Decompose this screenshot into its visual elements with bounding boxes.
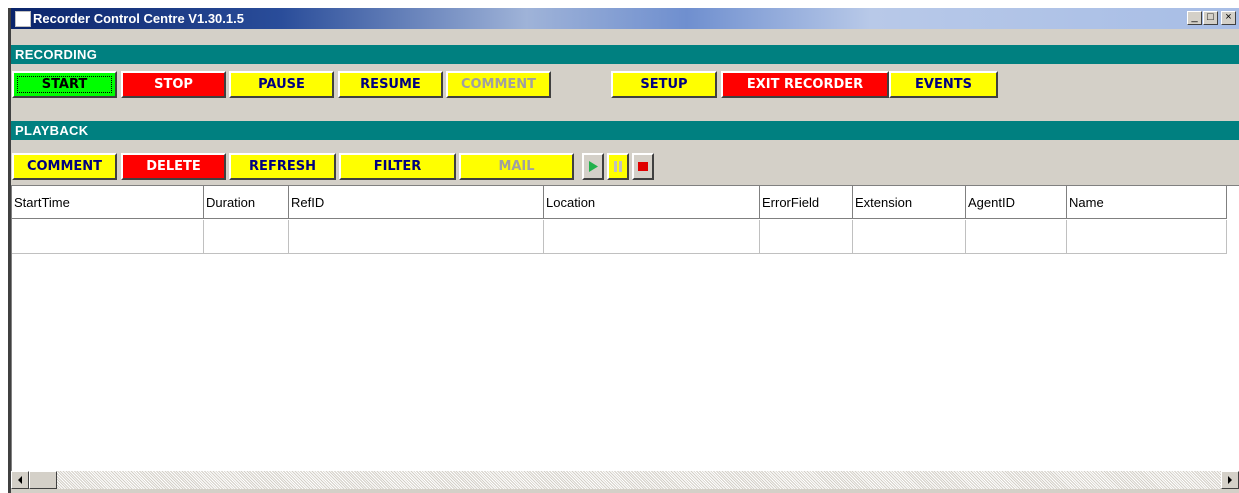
- table-cell[interactable]: [204, 220, 289, 254]
- stop-icon: [638, 162, 648, 171]
- recordings-grid[interactable]: StartTime Duration RefID Location ErrorF…: [11, 185, 1239, 471]
- main-window: Recorder Control Centre V1.30.1.5 _ □ × …: [8, 8, 1239, 493]
- resume-button-label: RESUME: [360, 77, 421, 92]
- playback-comment-label: COMMENT: [26, 159, 103, 174]
- close-icon: ×: [1225, 11, 1232, 23]
- playback-section-header: PLAYBACK: [11, 121, 1239, 140]
- delete-button[interactable]: DELETE: [121, 153, 226, 180]
- table-cell[interactable]: [1067, 220, 1227, 254]
- scroll-thumb[interactable]: [29, 471, 57, 489]
- table-cell[interactable]: [289, 220, 544, 254]
- focus-rect: [17, 76, 112, 93]
- play-button[interactable]: [582, 153, 604, 180]
- exit-recorder-label: EXIT RECORDER: [746, 77, 864, 92]
- arrow-left-icon: [18, 476, 22, 484]
- table-cell[interactable]: [853, 220, 966, 254]
- minimize-button[interactable]: _: [1187, 11, 1202, 25]
- column-header-starttime[interactable]: StartTime: [12, 186, 204, 219]
- arrow-right-icon: [1228, 476, 1232, 484]
- column-header-extension[interactable]: Extension: [853, 186, 966, 219]
- resume-button[interactable]: RESUME: [338, 71, 443, 98]
- mail-button[interactable]: MAIL: [459, 153, 574, 180]
- horizontal-scrollbar[interactable]: [11, 471, 1239, 489]
- scroll-right-button[interactable]: [1221, 471, 1239, 489]
- pause-playback-button[interactable]: [607, 153, 629, 180]
- setup-button[interactable]: SETUP: [611, 71, 717, 98]
- exit-recorder-button[interactable]: EXIT RECORDER: [721, 71, 889, 98]
- start-button[interactable]: START: [12, 71, 117, 98]
- column-header-duration[interactable]: Duration: [204, 186, 289, 219]
- grid-header-row: StartTime Duration RefID Location ErrorF…: [12, 186, 1239, 220]
- stop-button-label: STOP: [154, 77, 193, 92]
- column-header-agentid[interactable]: AgentID: [966, 186, 1067, 219]
- stop-button[interactable]: STOP: [121, 71, 226, 98]
- play-icon: [589, 161, 598, 172]
- table-cell[interactable]: [760, 220, 853, 254]
- maximize-button[interactable]: □: [1203, 11, 1218, 25]
- recording-comment-label: COMMENT: [460, 77, 537, 92]
- minimize-icon: _: [1191, 11, 1198, 23]
- column-header-errorfield[interactable]: ErrorField: [760, 186, 853, 219]
- mail-button-label: MAIL: [498, 159, 535, 174]
- delete-button-label: DELETE: [146, 159, 201, 174]
- pause-button[interactable]: PAUSE: [229, 71, 334, 98]
- table-cell[interactable]: [12, 220, 204, 254]
- playback-comment-button[interactable]: COMMENT: [12, 153, 117, 180]
- table-cell[interactable]: [544, 220, 760, 254]
- title-bar[interactable]: Recorder Control Centre V1.30.1.5 _ □ ×: [11, 8, 1239, 29]
- refresh-button-label: REFRESH: [249, 159, 316, 174]
- filter-button[interactable]: FILTER: [339, 153, 456, 180]
- column-header-location[interactable]: Location: [544, 186, 760, 219]
- events-button[interactable]: EVENTS: [889, 71, 998, 98]
- app-icon: [15, 11, 31, 27]
- pause-button-label: PAUSE: [258, 77, 305, 92]
- setup-button-label: SETUP: [640, 77, 688, 92]
- window-title: Recorder Control Centre V1.30.1.5: [33, 11, 244, 26]
- maximize-icon: □: [1207, 11, 1214, 23]
- pause-icon: [614, 161, 622, 172]
- column-header-name[interactable]: Name: [1067, 186, 1227, 219]
- events-button-label: EVENTS: [915, 77, 972, 92]
- stop-playback-button[interactable]: [632, 153, 654, 180]
- filter-button-label: FILTER: [373, 159, 422, 174]
- recording-section-header: RECORDING: [11, 45, 1239, 64]
- recording-comment-button[interactable]: COMMENT: [446, 71, 551, 98]
- close-button[interactable]: ×: [1221, 11, 1236, 25]
- refresh-button[interactable]: REFRESH: [229, 153, 336, 180]
- table-cell[interactable]: [966, 220, 1067, 254]
- scroll-left-button[interactable]: [11, 471, 29, 489]
- column-header-refid[interactable]: RefID: [289, 186, 544, 219]
